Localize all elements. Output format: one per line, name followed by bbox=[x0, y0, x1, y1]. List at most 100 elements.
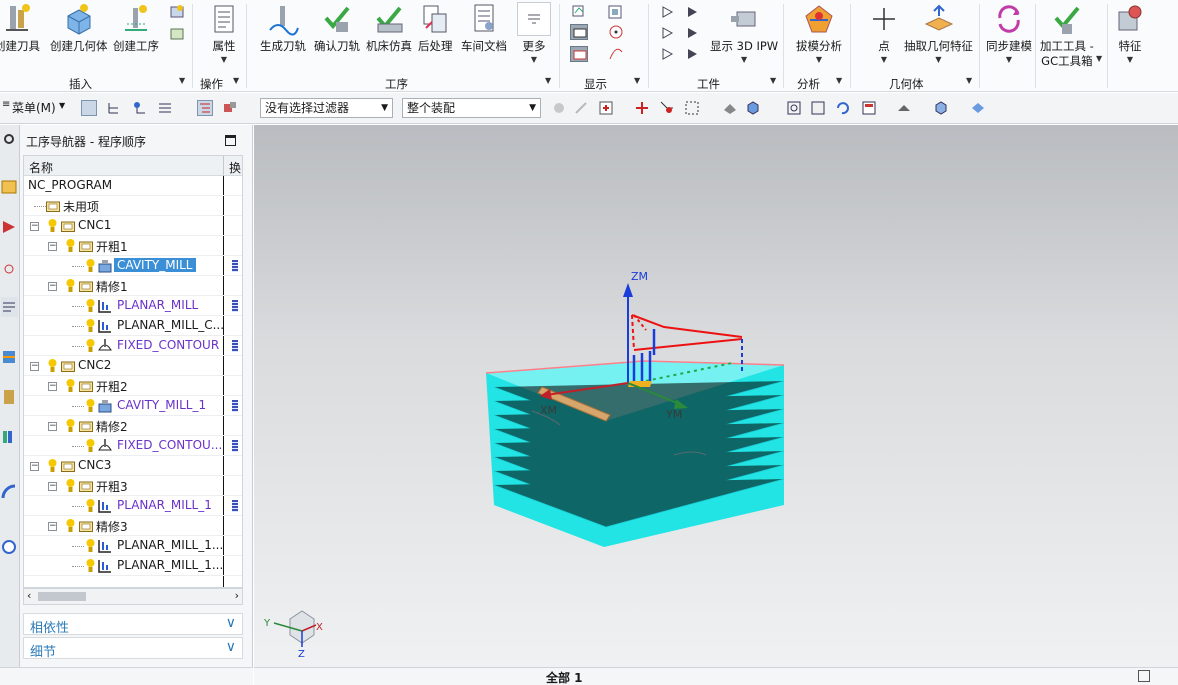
collapse-toggle-icon[interactable]: − bbox=[30, 362, 39, 371]
web-browser-icon[interactable] bbox=[1, 482, 18, 502]
shading-icon[interactable] bbox=[722, 100, 738, 116]
tree-row-finish3[interactable]: − 精修3 bbox=[24, 516, 242, 536]
group-geometry-expand-icon[interactable]: ▼ bbox=[966, 76, 972, 85]
workpiece-icon-3[interactable] bbox=[660, 25, 678, 41]
selection-filter-dropdown[interactable]: 没有选择过滤器 ▼ bbox=[260, 98, 393, 118]
workpiece-icon-4[interactable] bbox=[685, 25, 703, 41]
tree-row-finish1[interactable]: − 精修1 bbox=[24, 276, 242, 296]
tree-row-fixed-contour-2[interactable]: FIXED_CONTOU... bbox=[24, 436, 242, 456]
snap-icon-2[interactable] bbox=[573, 100, 589, 116]
workpiece-icon-6[interactable] bbox=[685, 46, 703, 62]
layout-icon[interactable] bbox=[861, 100, 877, 116]
verify-toolpath-button[interactable]: 确认刀轨 bbox=[314, 2, 360, 54]
create-geometry-button[interactable]: 创建几何体 bbox=[50, 2, 108, 54]
box-select-icon[interactable] bbox=[684, 100, 700, 116]
select-icon[interactable] bbox=[81, 100, 97, 116]
tree-row-unused[interactable]: 未用项 bbox=[24, 196, 242, 216]
tree-row-nc-program[interactable]: NC_PROGRAM bbox=[24, 176, 242, 196]
orient-view-icon[interactable] bbox=[933, 100, 949, 116]
machine-navigator-icon[interactable] bbox=[1, 347, 18, 367]
tree-row-cnc1[interactable]: − CNC1 bbox=[24, 216, 242, 236]
shop-documentation-button[interactable]: 车间文档 bbox=[461, 2, 507, 54]
collapse-toggle-icon[interactable]: − bbox=[48, 382, 57, 391]
chevron-down-icon[interactable]: ▼ bbox=[59, 101, 65, 110]
machine-tool-view-icon[interactable] bbox=[222, 100, 238, 116]
sync-modeling-button[interactable]: 同步建模 ▼ bbox=[986, 2, 1032, 64]
draft-analysis-button[interactable]: 拔模分析 ▼ bbox=[796, 2, 842, 64]
maximize-icon[interactable] bbox=[225, 135, 236, 146]
collapse-toggle-icon[interactable]: − bbox=[30, 462, 39, 471]
workpiece-icon-5[interactable] bbox=[660, 46, 678, 62]
gc-toolbox-button[interactable]: 加工工具 - GC工具箱 bbox=[1040, 2, 1094, 69]
assembly-scope-dropdown[interactable]: 整个装配 ▼ bbox=[402, 98, 541, 118]
program-order-icon[interactable] bbox=[197, 100, 213, 116]
group-display-expand-icon[interactable]: ▼ bbox=[634, 76, 640, 85]
collapse-toggle-icon[interactable]: − bbox=[48, 422, 57, 431]
tree-row-planar-mill-1-copy[interactable]: PLANAR_MILL_1... bbox=[24, 536, 242, 556]
collapse-toggle-icon[interactable]: − bbox=[30, 222, 39, 231]
display-path-icon[interactable] bbox=[570, 46, 588, 62]
postprocess-button[interactable]: 后处理 bbox=[418, 2, 453, 54]
geometry-view-icon[interactable] bbox=[157, 100, 173, 116]
history-icon[interactable] bbox=[1, 537, 18, 557]
gear-icon[interactable] bbox=[1, 129, 18, 149]
tree-row-rough1[interactable]: − 开粗1 bbox=[24, 236, 242, 256]
tree-row-rough3[interactable]: − 开粗3 bbox=[24, 476, 242, 496]
operation-navigator-icon[interactable] bbox=[1, 297, 18, 317]
tree-row-planar-mill[interactable]: PLANAR_MILL bbox=[24, 296, 242, 316]
feature-button[interactable]: 特征 ▼ bbox=[1113, 2, 1147, 64]
midpoint-icon[interactable] bbox=[659, 100, 675, 116]
tree-row-finish2[interactable]: − 精修2 bbox=[24, 416, 242, 436]
machine-simulation-button[interactable]: 机床仿真 bbox=[366, 2, 412, 54]
fit-view-icon[interactable] bbox=[786, 100, 802, 116]
group-insert-expand-icon[interactable]: ▼ bbox=[179, 76, 185, 85]
column-header-swap[interactable]: 换 bbox=[229, 159, 241, 176]
column-header-name[interactable]: 名称 bbox=[29, 159, 53, 176]
reuse-library-icon[interactable] bbox=[1, 427, 18, 447]
render-style-icon[interactable] bbox=[896, 100, 912, 116]
fullscreen-icon[interactable] bbox=[1138, 670, 1150, 682]
gc-toolbox-dropdown-icon[interactable]: ▼ bbox=[1096, 54, 1102, 63]
tree-row-fixed-contour[interactable]: FIXED_CONTOUR bbox=[24, 336, 242, 356]
display-layer-icon[interactable] bbox=[607, 4, 625, 20]
collapse-toggle-icon[interactable]: − bbox=[48, 282, 57, 291]
display-filter-icon[interactable] bbox=[571, 4, 589, 20]
display-toggle-icon[interactable] bbox=[570, 24, 588, 40]
tree-row-cavity-mill[interactable]: CAVITY_MILL bbox=[24, 256, 242, 276]
tree-row-planar-mill-c[interactable]: PLANAR_MILL_C... bbox=[24, 316, 242, 336]
rotate-icon[interactable] bbox=[834, 100, 850, 116]
tree-row-rough2[interactable]: − 开粗2 bbox=[24, 376, 242, 396]
create-tool-button[interactable]: 创建刀具 bbox=[0, 2, 40, 54]
graphics-viewport[interactable]: ZM XM YM Y X Z bbox=[254, 125, 1178, 667]
group-workpiece-expand-icon[interactable]: ▼ bbox=[770, 76, 776, 85]
display-target-icon[interactable] bbox=[607, 24, 625, 40]
collapse-toggle-icon[interactable]: − bbox=[48, 242, 57, 251]
scrollbar-thumb[interactable] bbox=[38, 592, 86, 601]
menu-button[interactable]: 菜单(M) bbox=[12, 99, 56, 116]
zoom-icon[interactable] bbox=[810, 100, 826, 116]
more-button[interactable]: 更多 ▼ bbox=[517, 2, 551, 64]
cube-view-icon[interactable] bbox=[745, 100, 761, 116]
extract-geometry-button[interactable]: 抽取几何特征 ▼ bbox=[904, 2, 973, 64]
collapse-toggle-icon[interactable]: − bbox=[48, 482, 57, 491]
tree-row-planar-mill-1-copy-2[interactable]: PLANAR_MILL_1... bbox=[24, 556, 242, 576]
generate-toolpath-button[interactable]: 生成刀轨 bbox=[260, 2, 306, 54]
end-point-icon[interactable] bbox=[634, 100, 650, 116]
workpiece-icon-2[interactable] bbox=[685, 4, 703, 20]
create-operation-button[interactable]: 创建工序 bbox=[113, 2, 159, 54]
insert-small-icon-2[interactable] bbox=[168, 26, 186, 42]
tree-row-cnc3[interactable]: − CNC3 bbox=[24, 456, 242, 476]
snap-icon-1[interactable] bbox=[551, 100, 567, 116]
details-panel[interactable]: 细节 ∨ bbox=[23, 637, 243, 660]
dependency-panel[interactable]: 相依性 ∨ bbox=[23, 613, 243, 636]
scroll-left-icon[interactable]: ‹ bbox=[27, 589, 31, 602]
point-snap-icon[interactable] bbox=[598, 100, 614, 116]
properties-button[interactable]: 属性 ▼ bbox=[207, 2, 241, 64]
group-analysis-expand-icon[interactable]: ▼ bbox=[836, 76, 842, 85]
group-operations-expand-icon[interactable]: ▼ bbox=[233, 76, 239, 85]
tree-row-planar-mill-1[interactable]: PLANAR_MILL_1 bbox=[24, 496, 242, 516]
sequence-icon[interactable] bbox=[106, 100, 122, 116]
assembly-navigator-icon[interactable] bbox=[1, 177, 18, 197]
display-curve-icon[interactable] bbox=[607, 46, 625, 62]
show-3d-ipw-button[interactable]: 显示 3D IPW ▼ bbox=[710, 2, 778, 64]
